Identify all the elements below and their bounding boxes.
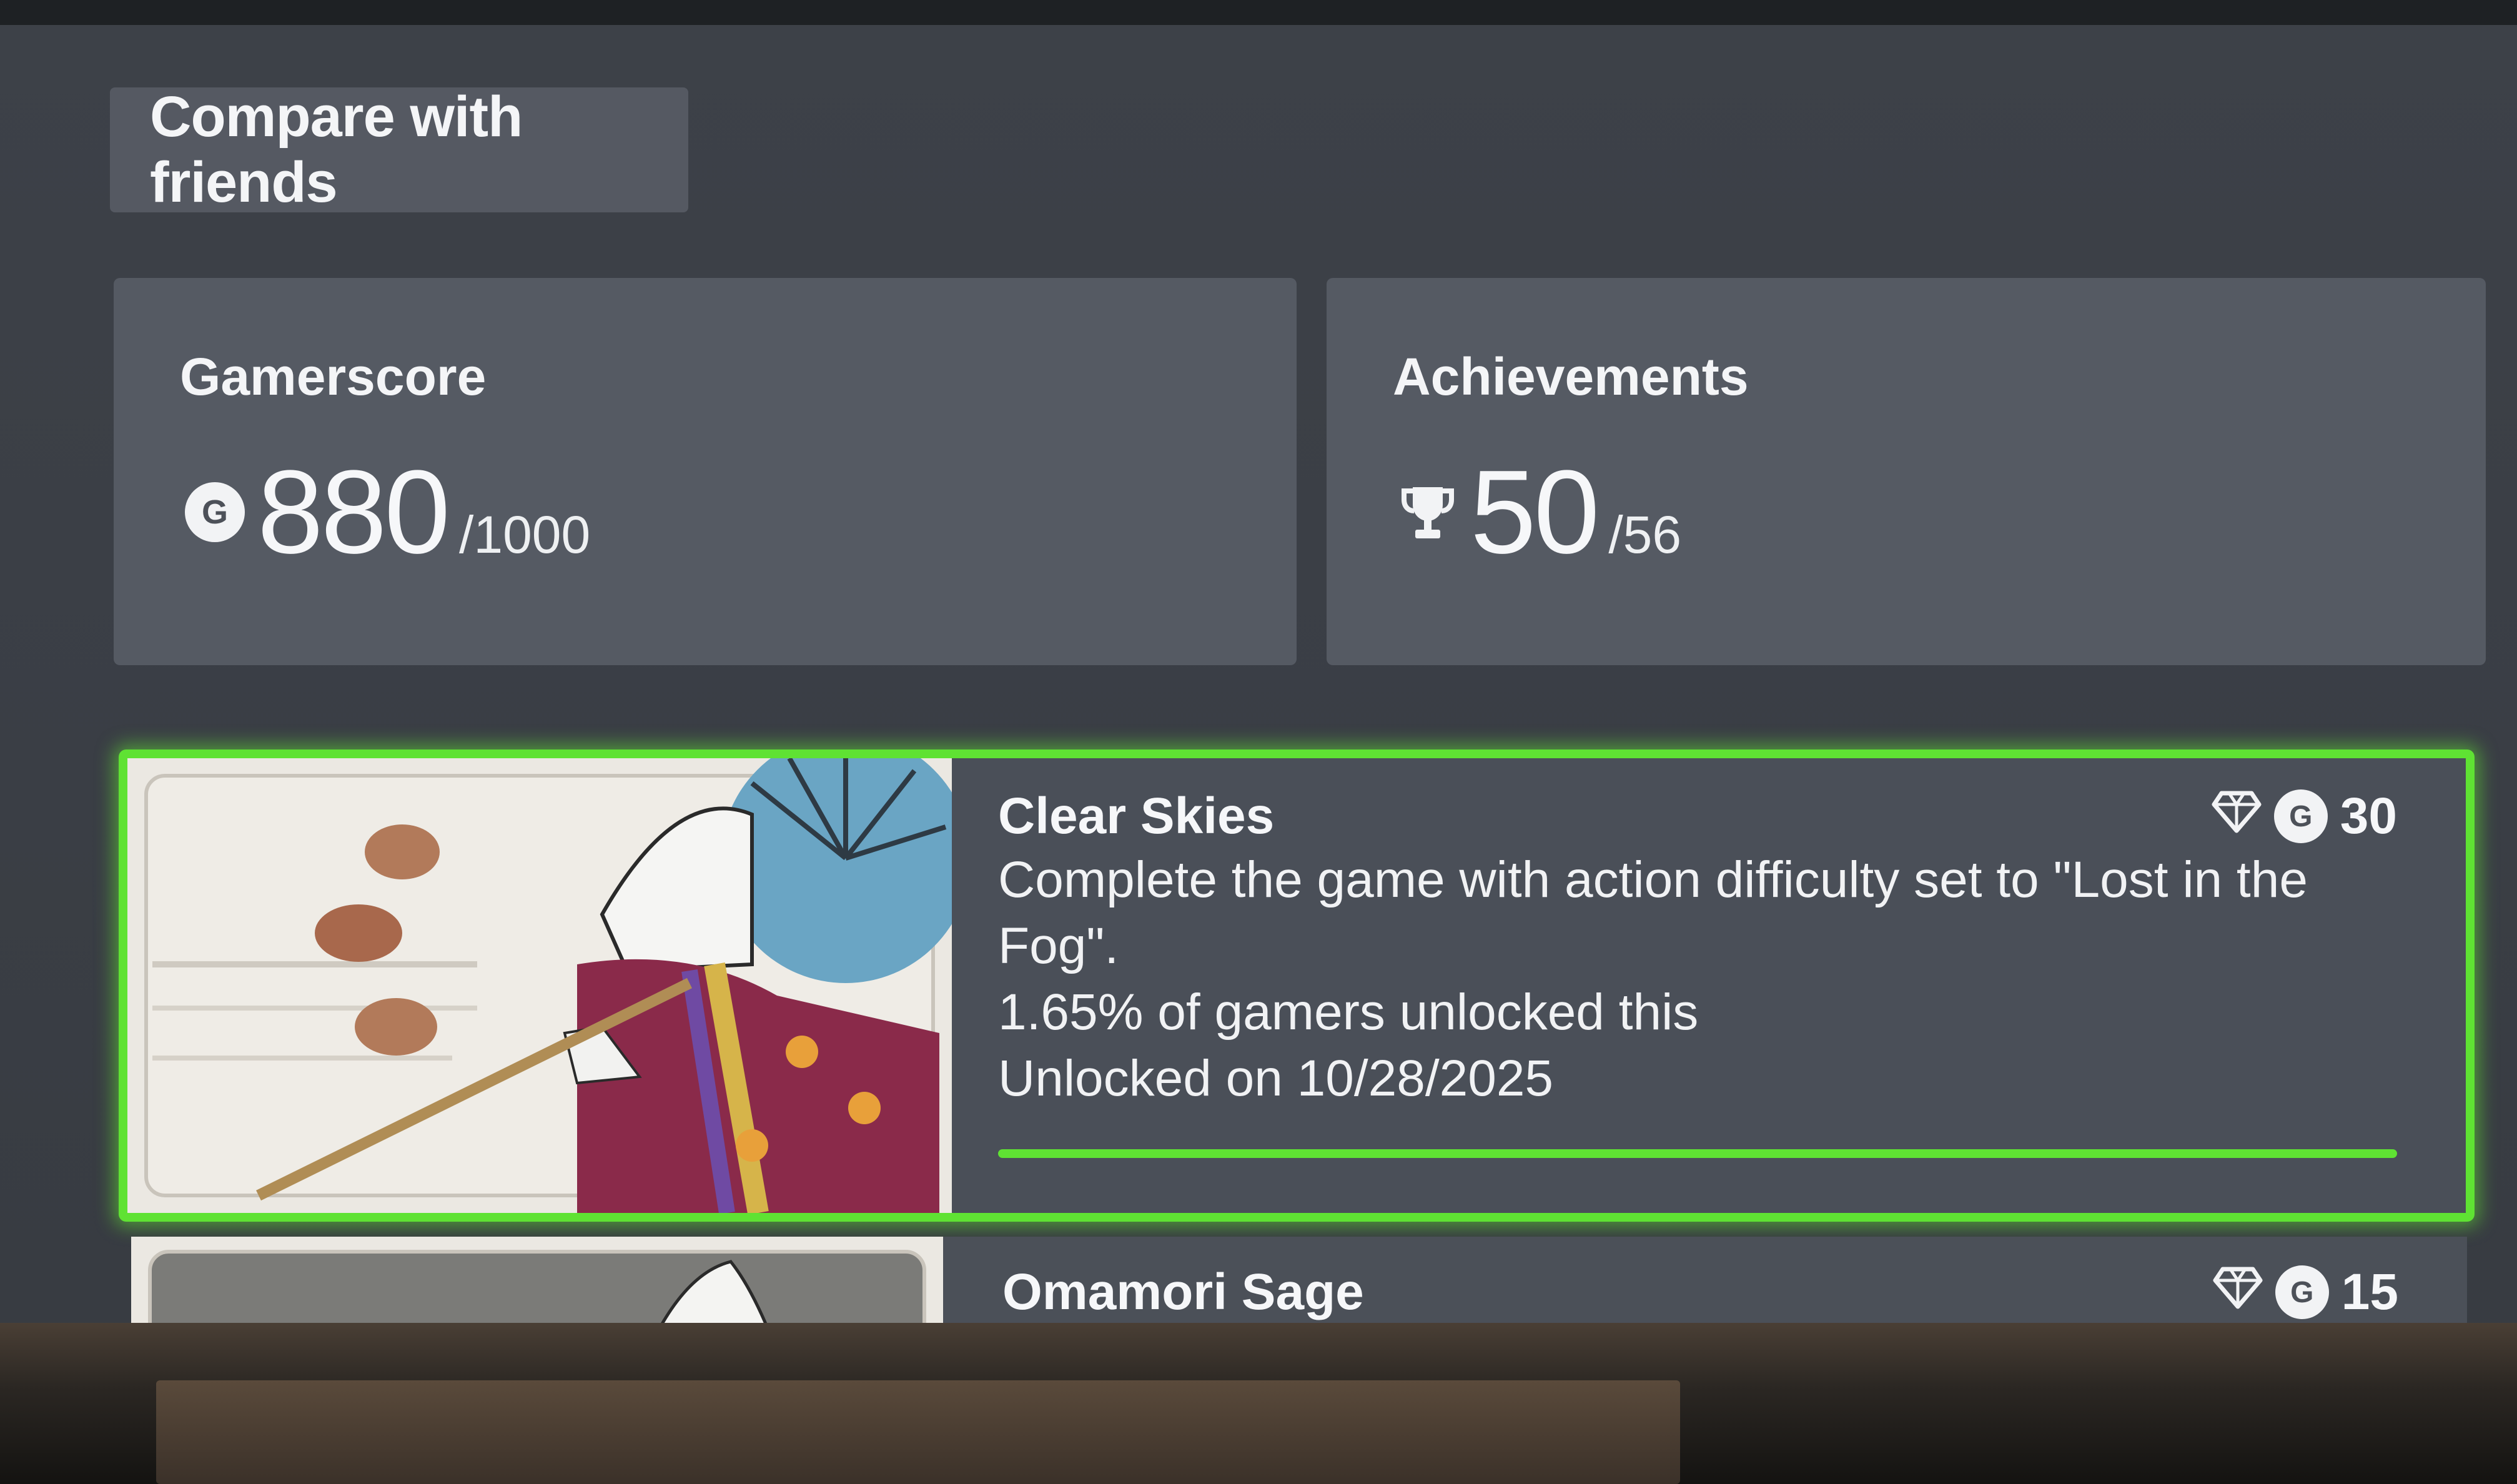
tv-stand [156, 1380, 1680, 1484]
tv-bezel [0, 0, 2517, 26]
achievements-value: 50 [1470, 446, 1600, 578]
compare-with-friends-button[interactable]: Compare with friends [110, 85, 688, 214]
gamerscore-icon: G [2275, 1265, 2329, 1319]
achievement-reward: G 30 [2212, 787, 2397, 846]
compare-with-friends-label: Compare with friends [150, 85, 523, 214]
achievement-description: Complete the game with action difficulty… [998, 851, 2308, 974]
achievement-item-clear-skies[interactable]: Clear Skies G 30 Complete the game with … [119, 749, 2475, 1222]
gamerscore-value: 880 [257, 446, 450, 578]
gamerscore-label: Gamerscore [180, 347, 487, 406]
achievement-reward-value: 30 [2340, 788, 2397, 844]
trophy-icon [1395, 480, 1460, 545]
achievement-item-omamori-sage[interactable]: Omamori Sage G 15 [131, 1237, 2467, 1324]
achievements-card: Achievements 50 /56 [1327, 278, 2486, 665]
gamerscore-icon: G [2273, 789, 2328, 843]
achievement-progress-fill [998, 1149, 2397, 1158]
achievement-unlocked-date: Unlocked on 10/28/2025 [998, 1050, 1554, 1107]
achievement-title: Clear Skies [998, 788, 1275, 844]
achievement-reward-value: 15 [2341, 1264, 2398, 1320]
gamerscore-icon: G [182, 480, 247, 545]
achievement-art-image [127, 758, 952, 1213]
achievement-rarity: 1.65% of gamers unlocked this [998, 984, 1699, 1041]
screen: Compare with friends Gamerscore G 880 /1… [0, 25, 2517, 1324]
achievements-label: Achievements [1393, 347, 1749, 406]
diamond-icon [2212, 787, 2262, 846]
achievement-art-image [131, 1237, 943, 1324]
gamerscore-card: Gamerscore G 880 /1000 [114, 278, 1297, 665]
gamerscore-total: /1000 [459, 505, 591, 564]
achievement-title: Omamori Sage [1002, 1264, 1364, 1320]
diamond-icon [2213, 1263, 2263, 1322]
achievement-reward: G 15 [2213, 1263, 2398, 1322]
achievements-total: /56 [1608, 505, 1682, 564]
achievement-progress-bar [998, 1149, 2397, 1158]
